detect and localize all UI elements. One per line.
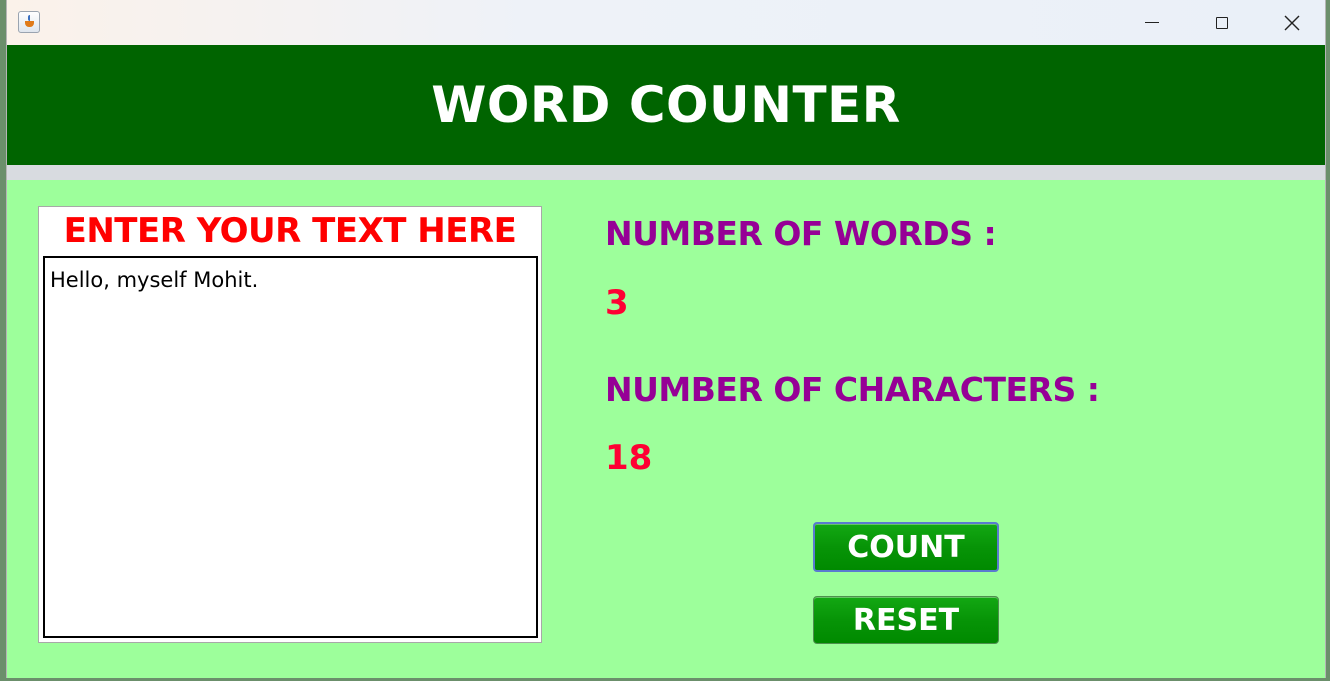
java-cup-icon[interactable] xyxy=(18,11,40,33)
header-divider xyxy=(7,165,1325,180)
count-button-label: COUNT xyxy=(847,529,965,565)
character-count-value: 18 xyxy=(605,438,653,478)
header-banner: WORD COUNTER xyxy=(7,45,1325,165)
input-label: ENTER YOUR TEXT HERE xyxy=(63,211,517,251)
maximize-icon xyxy=(1216,16,1228,29)
reset-button-label: RESET xyxy=(852,602,960,638)
close-button[interactable] xyxy=(1257,0,1327,45)
word-count-label: NUMBER OF WORDS : xyxy=(605,214,997,253)
app-window: WORD COUNTER ENTER YOUR TEXT HERE Hello,… xyxy=(6,0,1326,678)
word-count-value: 3 xyxy=(605,283,629,323)
minimize-button[interactable] xyxy=(1117,0,1187,45)
minimize-icon xyxy=(1145,22,1159,23)
text-input-panel: ENTER YOUR TEXT HERE Hello, myself Mohit… xyxy=(38,206,542,643)
cup-shape xyxy=(25,21,34,27)
character-count-label: NUMBER OF CHARACTERS : xyxy=(605,370,1100,409)
count-button[interactable]: COUNT xyxy=(813,522,999,572)
reset-button[interactable]: RESET xyxy=(813,596,999,644)
maximize-button[interactable] xyxy=(1187,0,1257,45)
text-input-area[interactable]: Hello, myself Mohit. xyxy=(43,256,538,638)
app-title: WORD COUNTER xyxy=(431,76,901,134)
title-bar[interactable] xyxy=(7,0,1325,45)
close-icon xyxy=(1284,15,1300,30)
